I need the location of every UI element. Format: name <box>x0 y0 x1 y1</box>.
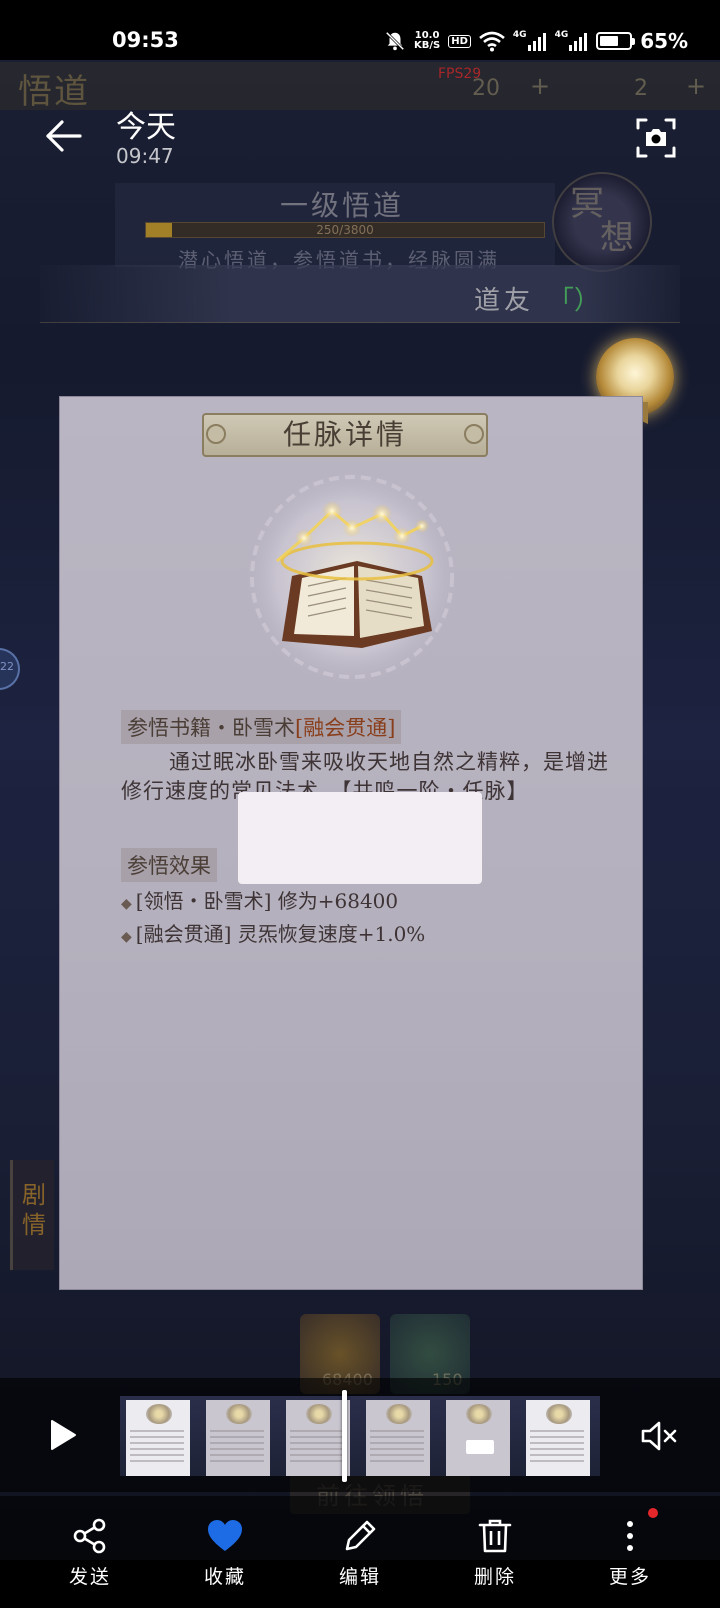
effect-text: [融会贯通] 灵炁恢复速度+1.0% <box>135 922 426 946</box>
status-icons: 10.0 KB/S HD 4G 4G 65% <box>384 28 688 54</box>
game-top-bar <box>0 62 720 110</box>
pencil-icon <box>345 1520 376 1551</box>
network-speed: 10.0 KB/S <box>414 31 440 51</box>
card-title: 任脉详情 <box>282 418 407 451</box>
notification-dot <box>648 1508 658 1518</box>
diamond-bullet-icon: ◆ <box>121 896 132 912</box>
level-progress-text: 250/3800 <box>316 223 374 237</box>
book-section-label: 参悟书籍・卧雪术[融会贯通] <box>121 710 402 744</box>
effect-item: ◆ [领悟・卧雪术] 修为+68400 <box>121 885 398 914</box>
effect-section-label: 参悟效果 <box>121 848 217 882</box>
delete-button[interactable]: 删除 <box>440 1516 550 1589</box>
signal-1-label: 4G <box>512 30 527 40</box>
book-constellation-icon <box>244 469 460 685</box>
edit-label: 编辑 <box>338 1566 381 1588</box>
wifi-icon <box>479 31 505 52</box>
favorite-label: 收藏 <box>203 1566 246 1588</box>
effect-text: [领悟・卧雪术] 修为+68400 <box>135 889 399 913</box>
meditate-label-1: 冥 <box>570 184 604 224</box>
edit-button[interactable]: 编辑 <box>305 1516 415 1589</box>
battery-level <box>600 36 619 46</box>
status-time: 09:53 <box>112 28 179 52</box>
arrow-left-icon[interactable] <box>40 112 88 160</box>
play-icon[interactable] <box>42 1415 82 1455</box>
signal-2-label: 4G <box>554 30 569 40</box>
battery-percent: 65% <box>640 29 689 53</box>
video-thumbnail[interactable] <box>520 1396 600 1476</box>
video-thumbnail[interactable] <box>200 1396 280 1476</box>
level-title: 一级悟道 <box>280 189 405 222</box>
favorite-button[interactable]: 收藏 <box>170 1516 280 1589</box>
book-label-accent: [融会贯通] <box>295 716 396 740</box>
game-title: 悟道 <box>18 72 90 112</box>
more-vertical-icon <box>627 1521 633 1551</box>
meditate-label-2: 想 <box>600 218 634 258</box>
share-icon <box>73 1518 106 1554</box>
screenshot-camera-icon[interactable] <box>632 114 680 162</box>
send-label: 发送 <box>68 1566 111 1588</box>
signal-bars-icon <box>569 33 588 51</box>
diamond-bullet-icon: ◆ <box>121 929 132 945</box>
video-thumbnail[interactable] <box>440 1396 520 1476</box>
redacted-region <box>238 792 482 884</box>
game-top-plus-icon-1: + <box>530 72 551 100</box>
network-speed-unit: KB/S <box>414 40 441 51</box>
game-top-plus-icon-2: + <box>686 72 707 100</box>
more-label: 更多 <box>608 1566 651 1588</box>
effect-item: ◆ [融会贯通] 灵炁恢复速度+1.0% <box>121 918 425 947</box>
viewer-title: 今天 <box>116 110 176 145</box>
game-top-counter-1: 20 <box>472 76 500 101</box>
viewer-time: 09:47 <box>116 144 174 168</box>
book-label-prefix: 参悟书籍・卧雪术 <box>127 716 295 740</box>
side-banner-label: 剧情 <box>22 1181 46 1239</box>
video-thumbnail[interactable] <box>360 1396 440 1476</box>
signal-bars-icon <box>527 33 546 51</box>
hd-badge: HD <box>448 34 471 48</box>
bell-muted-icon <box>385 31 405 51</box>
status-bar: 09:53 10.0 KB/S HD 4G 4G 65% <box>0 0 720 60</box>
volume-muted-icon[interactable] <box>638 1416 678 1456</box>
playhead-handle[interactable] <box>342 1390 347 1482</box>
game-top-counter-2: 2 <box>634 76 648 101</box>
trash-icon <box>478 1519 512 1553</box>
level-progress-bar: 250/3800 <box>145 222 545 238</box>
video-thumbnail[interactable] <box>120 1396 200 1476</box>
send-button[interactable]: 发送 <box>35 1516 145 1589</box>
battery-icon <box>596 32 636 50</box>
daoyou-value: 「） <box>548 286 601 316</box>
left-badge-number: 22 <box>0 660 14 673</box>
heart-icon <box>208 1520 242 1551</box>
delete-label: 删除 <box>473 1566 516 1588</box>
thumbnail-strip[interactable] <box>120 1396 600 1476</box>
video-thumbnail[interactable] <box>280 1396 360 1476</box>
more-button[interactable]: 更多 <box>575 1516 685 1589</box>
daoyou-label: 道友 <box>474 286 535 316</box>
